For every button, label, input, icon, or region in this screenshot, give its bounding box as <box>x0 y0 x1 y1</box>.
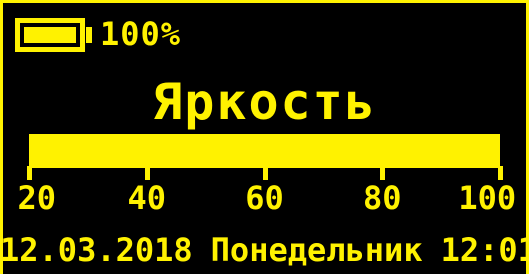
scale-tick-label: 40 <box>127 179 167 217</box>
battery-tip-icon <box>86 27 92 43</box>
brightness-slider[interactable] <box>29 134 500 168</box>
device-screen: 100% Яркость 20 40 60 80 100 12.03.2018 Понед… <box>0 0 529 274</box>
scale-tick-label: 60 <box>245 179 284 217</box>
date-label: 12.03.2018 <box>0 231 193 269</box>
battery-percent: 100% <box>100 15 182 53</box>
weekday-label: Понедельник <box>210 231 423 269</box>
status-footer: 12.03.2018 Понедельник 12:01 <box>0 230 529 270</box>
battery-icon <box>15 18 85 52</box>
time-label: 12:01 <box>440 231 529 269</box>
screen-frame-top <box>0 0 529 3</box>
brightness-slider-fill <box>29 134 500 168</box>
battery-level-fill <box>24 27 76 43</box>
scale-tick-label: 20 <box>17 179 56 217</box>
scale-tick-label: 80 <box>362 179 402 217</box>
scale-tick-label: 100 <box>458 179 517 217</box>
screen-title: Яркость <box>152 73 377 131</box>
